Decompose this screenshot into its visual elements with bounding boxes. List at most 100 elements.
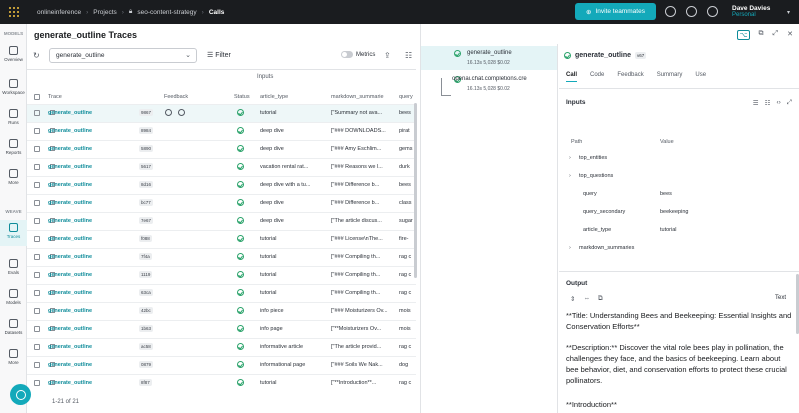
expand-icon[interactable]: ⤢ — [787, 99, 792, 107]
trace-op-link[interactable]: generate_outline — [48, 362, 92, 368]
rail-item-models[interactable]: Models — [0, 286, 27, 312]
rail-item-traces[interactable]: Traces — [0, 220, 27, 246]
list-view-icon[interactable]: ☰ — [753, 99, 759, 107]
trace-op-link[interactable]: generate_outline — [48, 236, 92, 242]
expand-all-icon[interactable]: ⇕ — [570, 295, 575, 303]
refresh-icon[interactable]: ↻ — [33, 51, 40, 60]
columns-icon[interactable]: ☷ — [405, 51, 412, 60]
metrics-switch[interactable] — [341, 51, 353, 58]
invite-teammates-button[interactable]: ⊕ Invite teammates — [575, 3, 656, 20]
table-row[interactable]: generate_outline 1b63 info page ["**Moistur… — [27, 320, 416, 338]
chevron-right-icon[interactable]: › — [569, 155, 571, 161]
tab-code[interactable]: Code — [590, 72, 604, 82]
code-view-icon[interactable]: ‹› — [776, 99, 780, 107]
table-row[interactable]: generate_outline f088 tutorial ["### Licens… — [27, 230, 416, 248]
row-checkbox[interactable] — [34, 218, 40, 224]
close-icon[interactable]: ✕ — [787, 30, 793, 40]
table-row[interactable]: generate_outline 1119 tutorial ["### Compil… — [27, 266, 416, 284]
table-row[interactable]: generate_outline 63ca tutorial ["### Compil… — [27, 284, 416, 302]
row-checkbox[interactable] — [34, 362, 40, 368]
table-row[interactable]: generate_outline 7e67 deep dive ["The artic… — [27, 212, 416, 230]
table-scrollbar[interactable] — [414, 103, 417, 278]
rail-item-runs[interactable]: Runs — [0, 106, 27, 132]
trace-op-link[interactable]: generate_outline — [48, 326, 92, 332]
table-view-icon[interactable]: ☷ — [765, 99, 771, 107]
input-row[interactable]: › top_questions — [559, 167, 799, 185]
row-checkbox[interactable] — [34, 164, 40, 170]
rail-item-reports[interactable]: Reports — [0, 136, 27, 162]
avatar[interactable] — [707, 6, 718, 17]
tab-summary[interactable]: Summary — [657, 72, 683, 82]
trace-op-link[interactable]: generate_outline — [48, 200, 92, 206]
breadcrumb-project[interactable]: seo-content-strategy — [137, 9, 196, 16]
tree-view-icon[interactable]: ⌥ — [737, 30, 750, 40]
tab-use[interactable]: Use — [695, 72, 706, 82]
chevron-right-icon[interactable]: › — [569, 173, 571, 179]
filter-button[interactable]: ☰ Filter — [207, 51, 231, 59]
table-row[interactable]: generate_outline 8f87 tutorial ["**Introduc… — [27, 374, 416, 392]
trace-op-link[interactable]: generate_outline — [48, 218, 92, 224]
table-row[interactable]: generate_outline 0879 informational page ["… — [27, 356, 416, 374]
tab-feedback[interactable]: Feedback — [617, 72, 643, 82]
fullscreen-icon[interactable]: ⤢ — [773, 30, 779, 40]
help-icon[interactable] — [665, 6, 676, 17]
trace-op-link[interactable]: generate_outline — [48, 110, 92, 116]
column-header-feedback[interactable]: Feedback — [164, 94, 188, 100]
column-header-article-type[interactable]: article_type — [260, 94, 288, 100]
add-reaction-icon[interactable] — [165, 109, 172, 116]
tree-node-child[interactable]: openai.chat.completions.cre 16.13s 5,028… — [421, 72, 557, 96]
trace-op-link[interactable]: generate_outline — [48, 380, 92, 386]
row-checkbox[interactable] — [34, 344, 40, 350]
user-menu[interactable]: Dave Davies Personal — [732, 5, 770, 19]
table-row[interactable]: generate_outline 8d16 deep dive with a tu.… — [27, 176, 416, 194]
metrics-toggle[interactable]: Metrics — [341, 51, 375, 58]
copy-icon[interactable]: ⧉ — [598, 295, 603, 303]
table-row[interactable]: generate_outline 8984 deep dive ["### DOWNL… — [27, 122, 416, 140]
row-checkbox[interactable] — [34, 254, 40, 260]
chat-help-button[interactable] — [10, 384, 31, 405]
rail-item-overview[interactable]: Overview — [0, 43, 27, 69]
chevron-down-icon[interactable]: ▾ — [787, 9, 790, 16]
op-name-select[interactable]: generate_outline ⌄ — [49, 48, 197, 63]
table-row[interactable]: generate_outline ac58 informative article [… — [27, 338, 416, 356]
row-checkbox[interactable] — [34, 110, 40, 116]
tree-node-root[interactable]: generate_outline 16.13s 5,028 $0.02 — [421, 46, 557, 70]
chevron-right-icon[interactable]: › — [569, 245, 571, 251]
trace-op-link[interactable]: generate_outline — [48, 272, 92, 278]
trace-op-link[interactable]: generate_outline — [48, 254, 92, 260]
row-checkbox[interactable] — [34, 182, 40, 188]
output-mode-label[interactable]: Text — [775, 295, 786, 301]
table-row[interactable]: generate_outline 5890 deep dive ["### Amy E… — [27, 140, 416, 158]
copy-link-icon[interactable]: ⧉ — [759, 30, 764, 40]
row-checkbox[interactable] — [34, 272, 40, 278]
select-all-checkbox[interactable] — [34, 94, 40, 100]
tab-call[interactable]: Call — [566, 72, 578, 82]
row-checkbox[interactable] — [34, 128, 40, 134]
table-row[interactable]: generate_outline bc77 deep dive ["### Diffe… — [27, 194, 416, 212]
trace-op-link[interactable]: generate_outline — [48, 164, 92, 170]
breadcrumb-entity[interactable]: onlineinference — [37, 9, 81, 16]
breadcrumb-projects[interactable]: Projects — [93, 9, 116, 16]
collapse-all-icon[interactable]: ⇔ — [583, 295, 590, 303]
row-checkbox[interactable] — [34, 290, 40, 296]
row-checkbox[interactable] — [34, 308, 40, 314]
table-row[interactable]: generate_outline 9867 tutorial ["Summary no… — [27, 104, 416, 122]
column-header-trace[interactable]: Trace — [48, 94, 62, 100]
row-checkbox[interactable] — [34, 200, 40, 206]
row-checkbox[interactable] — [34, 236, 40, 242]
row-checkbox[interactable] — [34, 146, 40, 152]
trace-op-link[interactable]: generate_outline — [48, 290, 92, 296]
table-row[interactable]: generate_outline 7f4a tutorial ["### Compil… — [27, 248, 416, 266]
column-header-markdown-summaries[interactable]: markdown_summarie — [331, 94, 384, 100]
input-row[interactable]: › top_entities — [559, 149, 799, 167]
rail-item-evals[interactable]: Evals — [0, 256, 27, 282]
table-row[interactable]: generate_outline 42bc info piece ["### Mois… — [27, 302, 416, 320]
trace-op-link[interactable]: generate_outline — [48, 128, 92, 134]
column-header-query[interactable]: query — [399, 94, 413, 100]
trace-op-link[interactable]: generate_outline — [48, 146, 92, 152]
trace-op-link[interactable]: generate_outline — [48, 308, 92, 314]
row-checkbox[interactable] — [34, 326, 40, 332]
weave-logo[interactable] — [0, 0, 27, 24]
column-header-status[interactable]: Status — [234, 94, 250, 100]
trace-op-link[interactable]: generate_outline — [48, 344, 92, 350]
